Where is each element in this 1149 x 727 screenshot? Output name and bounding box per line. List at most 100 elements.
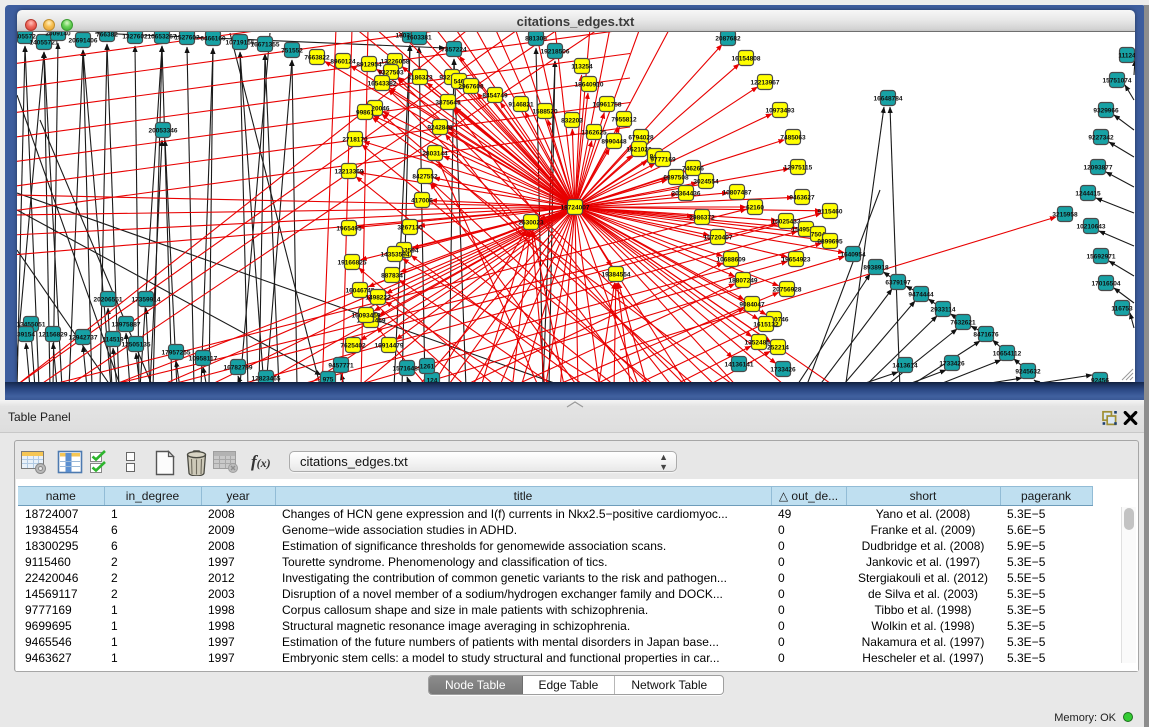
- svg-text:10688609: 10688609: [716, 257, 745, 264]
- svg-text:39154: 39154: [17, 332, 35, 339]
- svg-text:9084047: 9084047: [739, 302, 765, 309]
- svg-text:7663822: 7663822: [304, 55, 330, 62]
- svg-text:8960124: 8960124: [330, 59, 356, 66]
- svg-text:16914479: 16914479: [374, 343, 403, 350]
- svg-text:18724007: 18724007: [560, 205, 589, 212]
- svg-text:1498222: 1498222: [365, 295, 391, 302]
- svg-text:2933114: 2933114: [930, 307, 955, 314]
- svg-text:16961758: 16961758: [592, 102, 621, 109]
- svg-text:12975115: 12975115: [783, 165, 812, 172]
- svg-text:1362625: 1362625: [581, 130, 607, 137]
- svg-text:14136141: 14136141: [724, 362, 753, 369]
- svg-text:19218506: 19218506: [540, 49, 569, 56]
- svg-text:766382: 766382: [96, 32, 118, 39]
- svg-text:14353594: 14353594: [380, 252, 409, 259]
- svg-text:10807487: 10807487: [722, 190, 751, 197]
- svg-text:10210643: 10210643: [1076, 224, 1105, 231]
- svg-text:11124: 11124: [1118, 53, 1135, 60]
- svg-text:8186323: 8186323: [407, 75, 433, 82]
- svg-text:9457771: 9457771: [328, 363, 354, 370]
- svg-text:1413614: 1413614: [892, 363, 918, 370]
- svg-text:13975887: 13975887: [111, 322, 140, 329]
- svg-text:16671355: 16671355: [250, 42, 279, 49]
- svg-text:2803144: 2803144: [422, 151, 448, 158]
- svg-text:10973493: 10973493: [765, 108, 794, 115]
- svg-text:2087682: 2087682: [715, 36, 741, 43]
- svg-text:417006: 417006: [411, 198, 433, 205]
- svg-text:20756928: 20756928: [772, 287, 801, 294]
- svg-text:9146821: 9146821: [508, 102, 534, 109]
- svg-text:20691406: 20691406: [68, 38, 97, 45]
- svg-text:1527602: 1527602: [174, 35, 200, 42]
- svg-text:20206551: 20206551: [93, 297, 122, 304]
- svg-text:1733426: 1733426: [770, 367, 796, 374]
- svg-text:99861: 99861: [355, 110, 373, 117]
- svg-text:15692971: 15692971: [1086, 254, 1115, 261]
- svg-text:1615132: 1615132: [753, 322, 779, 329]
- svg-text:9242848: 9242848: [427, 125, 453, 132]
- svg-text:1588520: 1588520: [532, 109, 558, 116]
- svg-text:16782759: 16782759: [223, 365, 252, 372]
- svg-text:9115460: 9115460: [817, 209, 842, 216]
- svg-text:10654112: 10654112: [992, 351, 1021, 358]
- svg-text:3024554: 3024554: [693, 179, 719, 186]
- svg-text:18807249: 18807249: [728, 278, 757, 285]
- svg-text:7625402: 7625402: [340, 343, 366, 350]
- svg-text:9329966: 9329966: [1093, 108, 1119, 115]
- svg-text:2986372: 2986372: [689, 215, 715, 222]
- svg-text:2967608: 2967608: [458, 84, 484, 91]
- svg-text:252214: 252214: [767, 345, 789, 352]
- svg-text:7857224: 7857224: [441, 47, 467, 54]
- svg-text:2009140: 2009140: [45, 32, 71, 38]
- svg-text:124: 124: [426, 378, 437, 383]
- svg-text:15716485: 15716485: [392, 366, 421, 373]
- svg-text:9474444: 9474444: [908, 292, 934, 299]
- svg-text:881305: 881305: [525, 36, 547, 43]
- svg-text:1261: 1261: [419, 364, 434, 371]
- svg-text:17957255: 17957255: [161, 350, 190, 357]
- svg-text:18640910: 18640910: [574, 82, 603, 89]
- svg-text:2530023: 2530023: [518, 220, 544, 227]
- svg-text:12093877: 12093877: [1083, 165, 1112, 172]
- svg-text:1603381: 1603381: [406, 35, 432, 42]
- svg-text:16543382: 16543382: [367, 81, 396, 88]
- svg-text:8912954: 8912954: [356, 62, 382, 69]
- svg-text:3267130: 3267130: [397, 225, 423, 232]
- svg-text:751552: 751552: [281, 48, 303, 55]
- svg-text:10958117: 10958117: [188, 356, 217, 363]
- svg-text:6466160: 6466160: [200, 36, 226, 43]
- svg-text:8427552: 8427552: [412, 174, 438, 181]
- svg-text:8471676: 8471676: [973, 332, 999, 339]
- svg-text:16093459: 16093459: [351, 313, 380, 320]
- svg-text:2718170: 2718170: [342, 137, 368, 144]
- svg-text:3875645: 3875645: [435, 100, 461, 107]
- svg-text:1733426: 1733426: [939, 361, 965, 368]
- svg-text:746266: 746266: [682, 166, 704, 173]
- svg-text:3215958: 3215958: [1052, 212, 1078, 219]
- svg-text:9777169: 9777169: [650, 157, 676, 164]
- svg-text:12942737: 12942737: [68, 335, 97, 342]
- svg-text:12156829: 12156829: [38, 332, 67, 339]
- svg-text:1327602: 1327602: [122, 34, 148, 41]
- svg-text:15720407: 15720407: [703, 235, 732, 242]
- svg-text:17016504: 17016504: [1091, 281, 1120, 288]
- svg-text:7632621: 7632621: [950, 320, 976, 327]
- svg-text:7485063: 7485063: [780, 135, 806, 142]
- svg-text:92456: 92456: [1090, 378, 1108, 383]
- svg-text:6379197: 6379197: [885, 280, 911, 287]
- svg-text:9227342: 9227342: [1088, 135, 1114, 142]
- svg-text:15751074: 15751074: [1102, 78, 1131, 85]
- svg-text:1244415: 1244415: [1075, 191, 1101, 198]
- svg-text:975: 975: [322, 377, 333, 383]
- svg-text:8454749: 8454749: [482, 93, 508, 100]
- svg-text:8938918: 8938918: [863, 265, 889, 272]
- svg-text:12213369: 12213369: [334, 169, 363, 176]
- svg-text:12213967: 12213967: [750, 80, 779, 87]
- svg-text:10025433: 10025433: [771, 219, 800, 226]
- svg-text:9245632: 9245632: [1015, 369, 1041, 376]
- svg-text:6897508: 6897508: [663, 175, 689, 182]
- svg-text:12505135: 12505135: [121, 342, 150, 349]
- svg-text:1640954: 1640954: [840, 252, 866, 259]
- svg-text:17359914: 17359914: [131, 297, 160, 304]
- svg-text:20364436: 20364436: [671, 191, 700, 198]
